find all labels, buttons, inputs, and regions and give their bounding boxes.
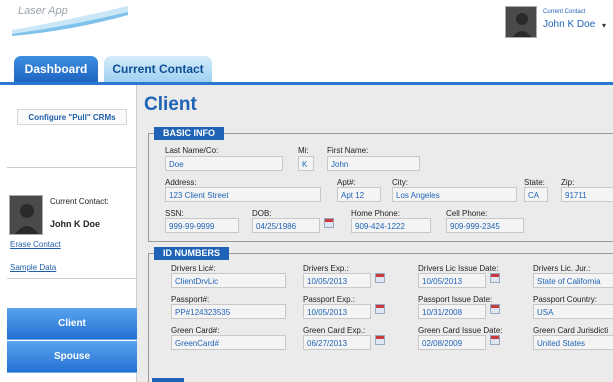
drivers-exp-label: Drivers Exp.:	[303, 264, 349, 273]
passport-issue-field[interactable]: 10/31/2008	[418, 304, 486, 319]
chevron-down-icon[interactable]: ▾	[602, 21, 606, 30]
sidebar-current-contact-name: John K Doe	[50, 219, 101, 229]
page-title: Client	[144, 94, 197, 115]
basic-info-section: BASIC INFO Last Name/Co: Mi: First Name:…	[148, 127, 613, 242]
drivers-lic-jur-label: Drivers Lic. Jur.:	[533, 264, 591, 273]
main-content: Client BASIC INFO Last Name/Co: Mi: Firs…	[137, 85, 613, 382]
drivers-lic-jur-select[interactable]: State of California	[533, 273, 613, 288]
calendar-icon[interactable]	[490, 273, 500, 283]
dob-field[interactable]: 04/25/1986	[252, 218, 320, 233]
logo-text: Laser App	[18, 5, 68, 17]
home-phone-label: Home Phone:	[351, 209, 400, 218]
passport-label: Passport#:	[171, 295, 210, 304]
city-label: City:	[392, 178, 408, 187]
header-current-contact-label: Current Contact	[543, 9, 586, 15]
mi-field[interactable]: K	[298, 156, 314, 171]
divider	[7, 167, 137, 168]
erase-contact-link[interactable]: Erase Contact	[10, 240, 61, 249]
state-label: State:	[524, 178, 545, 187]
apt-field[interactable]: Apt 12	[337, 187, 381, 202]
sidebar-item-spouse[interactable]: Spouse	[7, 341, 137, 373]
last-name-label: Last Name/Co:	[165, 146, 219, 155]
address-label: Address:	[165, 178, 197, 187]
calendar-icon[interactable]	[490, 304, 500, 314]
green-card-exp-field[interactable]: 06/27/2013	[303, 335, 371, 350]
tab-current-contact[interactable]: Current Contact	[104, 56, 212, 83]
passport-country-select[interactable]: USA	[533, 304, 613, 319]
header-avatar[interactable]	[505, 6, 537, 38]
person-silhouette-icon	[10, 196, 42, 234]
first-name-field[interactable]: John	[327, 156, 420, 171]
city-field[interactable]: Los Angeles	[392, 187, 517, 202]
last-name-field[interactable]: Doe	[165, 156, 283, 171]
sample-data-link[interactable]: Sample Data	[10, 263, 56, 272]
green-card-issue-label: Green Card Issue Date:	[418, 326, 503, 335]
next-section-header	[152, 378, 184, 382]
green-card-jur-select[interactable]: United States	[533, 335, 613, 350]
sidebar-avatar	[9, 195, 43, 235]
section-title: ID NUMBERS	[154, 247, 230, 260]
drivers-lic-label: Drivers Lic#:	[171, 264, 216, 273]
calendar-icon[interactable]	[490, 335, 500, 345]
green-card-exp-label: Green Card Exp.:	[303, 326, 366, 335]
passport-issue-label: Passport Issue Date:	[418, 295, 493, 304]
ssn-label: SSN:	[165, 209, 184, 218]
laser-app-logo[interactable]: Laser App	[10, 2, 130, 36]
calendar-icon[interactable]	[375, 273, 385, 283]
sidebar-current-contact-label: Current Contact:	[50, 197, 109, 206]
green-card-label: Green Card#:	[171, 326, 220, 335]
calendar-icon[interactable]	[375, 335, 385, 345]
state-field[interactable]: CA	[524, 187, 548, 202]
zip-field[interactable]: 91711	[561, 187, 613, 202]
tab-dashboard[interactable]: Dashboard	[14, 56, 98, 83]
zip-label: Zip:	[561, 178, 575, 187]
calendar-icon[interactable]	[375, 304, 385, 314]
passport-exp-field[interactable]: 10/05/2013	[303, 304, 371, 319]
passport-field[interactable]: PP#124323535	[171, 304, 286, 319]
drivers-lic-issue-field[interactable]: 10/05/2013	[418, 273, 486, 288]
sidebar-item-client[interactable]: Client	[7, 308, 137, 340]
green-card-field[interactable]: GreenCard#	[171, 335, 286, 350]
cell-phone-label: Cell Phone:	[446, 209, 488, 218]
mi-label: Mi:	[298, 146, 309, 155]
section-title: BASIC INFO	[154, 127, 225, 140]
sidebar: Configure "Pull" CRMs Current Contact: J…	[7, 85, 137, 382]
drivers-exp-field[interactable]: 10/05/2013	[303, 273, 371, 288]
green-card-issue-field[interactable]: 02/08/2009	[418, 335, 486, 350]
passport-exp-label: Passport Exp.:	[303, 295, 356, 304]
ssn-field[interactable]: 999-99-9999	[165, 218, 239, 233]
apt-label: Apt#:	[337, 178, 356, 187]
divider	[7, 278, 137, 279]
app-header: Laser App Current Contact John K Doe ▾	[0, 0, 613, 56]
address-field[interactable]: 123 Client Street	[165, 187, 321, 202]
drivers-lic-issue-label: Drivers Lic Issue Date:	[418, 264, 499, 273]
configure-pull-crms-button[interactable]: Configure "Pull" CRMs	[17, 109, 127, 125]
drivers-lic-field[interactable]: ClientDrvLic	[171, 273, 286, 288]
cell-phone-field[interactable]: 909-999-2345	[446, 218, 524, 233]
passport-country-label: Passport Country:	[533, 295, 598, 304]
home-phone-field[interactable]: 909-424-1222	[351, 218, 431, 233]
header-current-contact-name[interactable]: John K Doe	[543, 19, 595, 30]
calendar-icon[interactable]	[324, 218, 334, 228]
green-card-jur-label: Green Card Jurisdicti	[533, 326, 609, 335]
first-name-label: First Name:	[327, 146, 369, 155]
id-numbers-section: ID NUMBERS Drivers Lic#: Drivers Exp.: D…	[148, 247, 613, 382]
person-silhouette-icon	[506, 7, 536, 37]
dob-label: DOB:	[252, 209, 272, 218]
